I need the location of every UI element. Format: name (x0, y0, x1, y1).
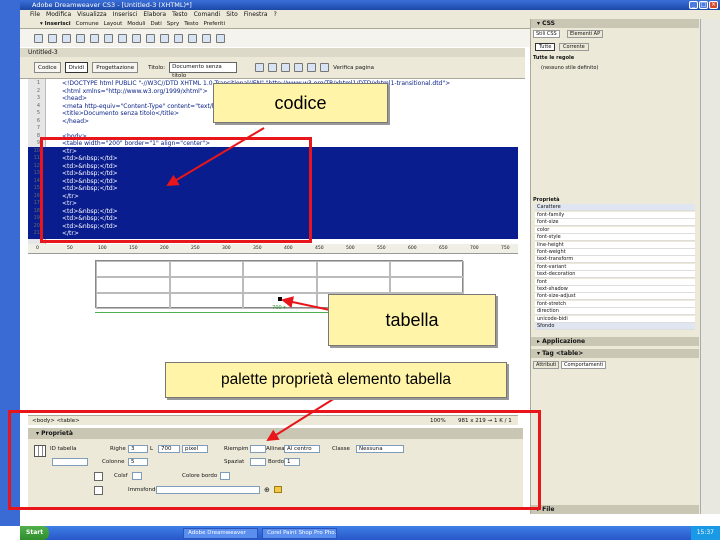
arrow-to-code (166, 127, 265, 187)
arrow-to-table (281, 296, 331, 311)
callout-tabella: tabella (328, 294, 496, 346)
annotation-arrows (166, 127, 336, 442)
callout-palette: palette proprietà elemento tabella (165, 362, 507, 398)
arrow-to-palette (266, 397, 336, 442)
callout-codice: codice (213, 83, 388, 123)
